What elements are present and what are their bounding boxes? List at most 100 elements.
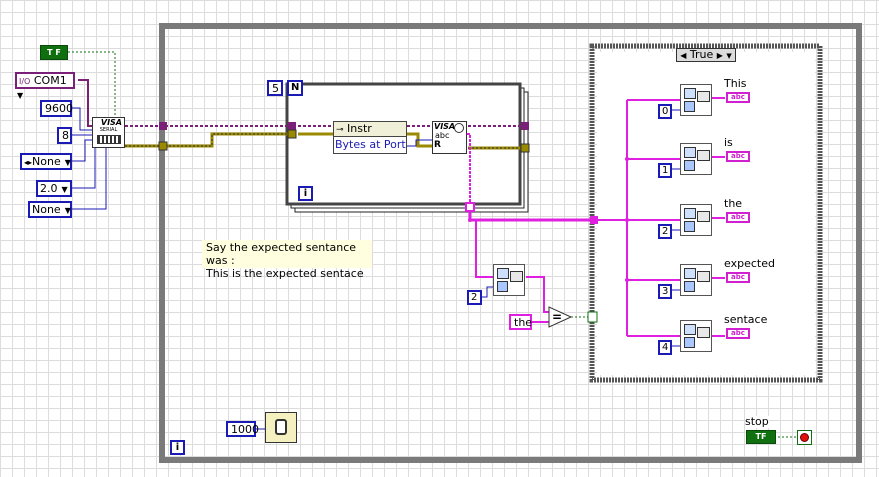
case-index-subvi[interactable] [680, 320, 712, 352]
case-index-value: 4 [662, 342, 669, 353]
string-indicator[interactable]: abc [726, 92, 750, 103]
case-selector-label[interactable]: ◀ True ▶ ▼ [676, 48, 736, 62]
flow-control-constant[interactable]: None ▼ [28, 201, 72, 218]
stop-bits-value: 2.0 [40, 182, 58, 195]
indicator-type-label: abc [731, 93, 745, 101]
stop-boolean-control[interactable]: TF [746, 430, 776, 444]
case-string-tunnel [590, 216, 598, 224]
stop-label: stop [745, 415, 769, 428]
indicator-type-label: abc [731, 213, 745, 221]
for-string-tunnel-out [465, 202, 475, 212]
chevron-down-icon: ▼ [64, 205, 71, 215]
string-indicator[interactable]: abc [726, 272, 750, 283]
while-iteration-label: i [175, 442, 180, 453]
indicator-label: the [724, 197, 743, 210]
case-index-constant[interactable]: 4 [658, 340, 672, 355]
visa-label: VISA [100, 118, 122, 127]
chevron-down-icon: ▼ [64, 157, 71, 167]
visa-tunnel-in [159, 122, 167, 130]
property-bytes-at-port: Bytes at Port [335, 138, 406, 151]
chevron-down-icon[interactable]: ▼ [726, 52, 731, 60]
case-index-subvi[interactable] [680, 84, 712, 116]
indicator-label: expected [724, 257, 775, 270]
error-tunnel-in [158, 141, 168, 151]
boolean-constant[interactable]: T F [40, 45, 68, 60]
wait-ms-value: 1000 [231, 423, 259, 436]
case-index-subvi[interactable] [680, 143, 712, 175]
equal-operator-label: = [552, 310, 563, 324]
string-indicator[interactable]: abc [726, 151, 750, 162]
stop-icon [800, 433, 809, 442]
loop-count-value: 5 [272, 82, 279, 95]
decrement-arrow-icon[interactable]: ◀ [680, 51, 686, 60]
increment-arrow-icon[interactable]: ▶ [717, 51, 723, 60]
property-node[interactable]: ⊸ Instr Bytes at Port [333, 121, 407, 154]
free-label-comment: Say the expected sentance was : This is … [202, 240, 372, 280]
data-bits-value: 8 [62, 129, 69, 142]
case-index-subvi[interactable] [680, 204, 712, 236]
indicator-type-label: abc [731, 329, 745, 337]
for-loop-count-terminal: N [287, 80, 303, 96]
chevron-down-icon: ▼ [17, 91, 24, 100]
property-node-header: ⊸ Instr [334, 122, 406, 137]
stop-control-label: TF [755, 432, 767, 441]
property-node-class: Instr [347, 122, 372, 135]
case-index-constant[interactable]: 0 [658, 104, 672, 119]
case-index-value: 0 [662, 106, 669, 117]
visa-resource-control[interactable]: I/O COM1 ▼ [15, 72, 75, 100]
chevron-down-icon: ▼ [61, 184, 68, 194]
case-index-value: 1 [662, 165, 669, 176]
for-error-tunnel-in [287, 129, 297, 139]
compare-string-constant[interactable]: the [509, 314, 532, 330]
connector-icon [96, 135, 121, 144]
wait-ms-function[interactable] [265, 412, 297, 443]
parity-value: None [32, 155, 61, 168]
io-icon: I/O [19, 77, 31, 86]
compare-index-constant[interactable]: 2 [467, 290, 482, 305]
comment-line-1: Say the expected sentance was : [206, 241, 357, 267]
case-index-constant[interactable]: 2 [658, 224, 672, 239]
case-selector-value: True [689, 48, 714, 61]
serial-label: SERIAL [99, 127, 118, 133]
string-indicator[interactable]: abc [726, 328, 750, 339]
visa-configure-serial-node[interactable]: VISA SERIAL [92, 117, 125, 148]
for-loop-iteration-terminal: i [298, 186, 313, 201]
stop-bits-constant[interactable]: 2.0 ▼ [36, 180, 72, 197]
for-visa-tunnel-in [288, 122, 296, 130]
case-index-value: 3 [662, 286, 669, 297]
wait-ms-constant[interactable]: 1000 [226, 421, 259, 437]
comment-line-2: This is the expected sentace [206, 267, 364, 280]
case-index-constant[interactable]: 3 [658, 284, 672, 299]
visa-read-node[interactable]: VISA abc R [432, 121, 467, 154]
loop-count-constant[interactable]: 5 [267, 80, 283, 96]
boolean-constant-label: T F [47, 48, 61, 57]
string-indicator[interactable]: abc [726, 212, 750, 223]
iteration-terminal-label: i [303, 188, 308, 199]
compare-index-value: 2 [471, 292, 478, 303]
case-index-value: 2 [662, 226, 669, 237]
ring-arrow-icon: ◂▸ [24, 158, 33, 167]
baud-rate-constant[interactable]: 9600 [40, 100, 73, 117]
visa-resource-value: COM1 [33, 74, 67, 87]
indicator-type-label: abc [731, 152, 745, 160]
indicator-label: is [724, 136, 733, 149]
data-bits-constant[interactable]: 8 [57, 127, 72, 144]
while-loop-iteration-terminal: i [170, 440, 185, 455]
for-visa-tunnel-out [521, 122, 529, 130]
clock-icon [454, 123, 464, 133]
baud-rate-value: 9600 [45, 102, 73, 115]
parity-constant[interactable]: ◂▸None ▼ [20, 153, 72, 170]
indicator-type-label: abc [731, 273, 745, 281]
index-subvi[interactable] [493, 264, 525, 296]
case-index-constant[interactable]: 1 [658, 163, 672, 178]
compare-string-value: the [514, 316, 533, 329]
key-icon: ⊸ [336, 125, 344, 135]
count-terminal-label: N [291, 82, 300, 93]
indicator-label: sentace [724, 313, 768, 326]
indicator-label: This [724, 77, 747, 90]
watch-icon [275, 419, 287, 435]
flow-control-value: None [32, 203, 61, 216]
case-index-subvi[interactable] [680, 264, 712, 296]
wire-diagram [68, 23, 862, 463]
stop-terminal [797, 430, 812, 445]
